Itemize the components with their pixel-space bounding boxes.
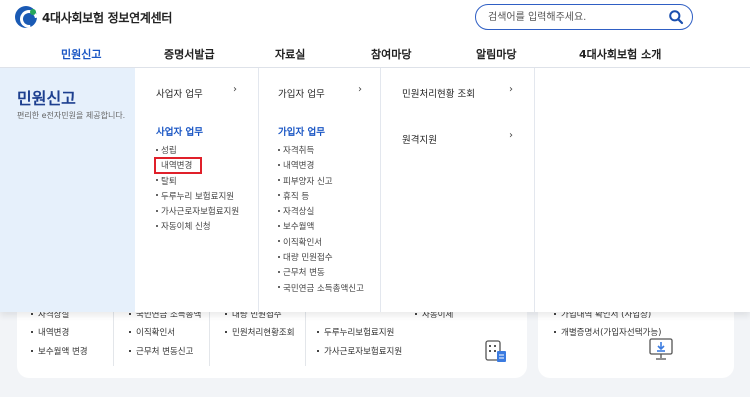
bullet bbox=[278, 163, 280, 166]
chevron-right-icon: › bbox=[509, 130, 513, 141]
mega-menu-side: 민원신고 편리한 e전자민원을 제공합니다. bbox=[0, 68, 135, 312]
bullet bbox=[156, 224, 158, 227]
nav-participation[interactable]: 참여마당 bbox=[371, 46, 411, 62]
submenu-item-leave[interactable]: 휴직 등 bbox=[278, 190, 364, 205]
submenu-item-pension-income[interactable]: 국민연금 소득총액신고 bbox=[278, 282, 364, 297]
highlight-box bbox=[154, 157, 202, 174]
chevron-right-icon: › bbox=[233, 84, 237, 95]
bullet bbox=[31, 349, 33, 352]
column-divider bbox=[258, 68, 259, 312]
submenu-item-withdrawal[interactable]: 탈퇴 bbox=[156, 175, 239, 190]
search-box bbox=[475, 4, 693, 30]
bullet bbox=[31, 312, 33, 315]
chevron-right-icon: › bbox=[358, 84, 362, 95]
bullet bbox=[554, 312, 556, 315]
submenu-heading-subscriber: 가입자 업무 bbox=[278, 127, 326, 138]
nav-certificate-issue[interactable]: 증명서발급 bbox=[164, 46, 215, 62]
submenu-item-separation-cert[interactable]: 이직확인서 bbox=[278, 236, 364, 251]
search-input[interactable] bbox=[488, 9, 658, 25]
divider bbox=[305, 308, 306, 366]
bg-item-durunuri-support[interactable]: 두루누리보험료지원 bbox=[317, 326, 394, 338]
menu-complaint-status[interactable]: 민원처리현황 조회 bbox=[402, 86, 475, 100]
bg-item-details-change[interactable]: 내역변경 bbox=[31, 326, 69, 338]
menu-remote-support[interactable]: 원격지원 bbox=[402, 132, 437, 146]
bullet bbox=[225, 312, 227, 315]
bullet bbox=[278, 255, 280, 258]
logo-text: 4대사회보험 정보연계센터 bbox=[42, 10, 173, 25]
bullet bbox=[278, 270, 280, 273]
bullet bbox=[278, 194, 280, 197]
nav-about[interactable]: 4대사회보험 소개 bbox=[579, 46, 661, 62]
bullet bbox=[278, 224, 280, 227]
bg-item-individual-cert[interactable]: 개별증명서(가입자선택가능) bbox=[554, 326, 661, 338]
submenu-heading-employer: 사업자 업무 bbox=[156, 127, 204, 138]
bg-item-workplace-change[interactable]: 근무처 변동신고 bbox=[129, 345, 193, 357]
submenu-item-qualification-acquire[interactable]: 자격취득 bbox=[278, 144, 364, 159]
building-document-icon bbox=[485, 340, 506, 362]
submenu-item-domestic-worker[interactable]: 가사근로자보험료지원 bbox=[156, 205, 239, 220]
bullet bbox=[31, 330, 33, 333]
main-nav: 민원신고 증명서발급 자료실 참여마당 알림마당 4대사회보험 소개 bbox=[0, 38, 750, 68]
bullet bbox=[156, 179, 158, 182]
divider bbox=[113, 308, 114, 366]
bg-item-complaint-status[interactable]: 민원처리현황조회 bbox=[225, 326, 295, 338]
menu-subscriber-work[interactable]: 가입자 업무 bbox=[278, 86, 325, 100]
bullet bbox=[129, 349, 131, 352]
bullet bbox=[129, 330, 131, 333]
bullet bbox=[317, 349, 319, 352]
bullet bbox=[278, 286, 280, 289]
bg-item-salary-change[interactable]: 보수월액 변경 bbox=[31, 345, 88, 357]
search-icon[interactable] bbox=[668, 9, 684, 25]
site-logo[interactable]: 4대사회보험 정보연계센터 bbox=[15, 6, 172, 28]
bullet bbox=[129, 312, 131, 315]
mega-menu: 민원신고 편리한 e전자민원을 제공합니다. 사업자 업무 › 사업자 업무 성… bbox=[0, 68, 750, 312]
mega-menu-description: 편리한 e전자민원을 제공합니다. bbox=[17, 111, 126, 120]
bullet bbox=[156, 209, 158, 212]
submenu-item-details-change[interactable]: 내역변경 bbox=[278, 159, 364, 174]
bg-item-separation-cert[interactable]: 이직확인서 bbox=[129, 326, 175, 338]
submenu-item-monthly-salary[interactable]: 보수월액 bbox=[278, 220, 364, 235]
submenu-item-qualification-loss[interactable]: 자격상실 bbox=[278, 205, 364, 220]
bullet bbox=[225, 330, 227, 333]
submenu-item-bulk-complaint[interactable]: 대량 민원접수 bbox=[278, 251, 364, 266]
bullet bbox=[278, 209, 280, 212]
nav-complaint-report[interactable]: 민원신고 bbox=[61, 46, 101, 62]
nav-notice[interactable]: 알림마당 bbox=[476, 46, 516, 62]
submenu-item-dependent-report[interactable]: 피부양자 신고 bbox=[278, 175, 364, 190]
bullet bbox=[156, 148, 158, 151]
bullet bbox=[317, 330, 319, 333]
bg-item-domestic-worker-support[interactable]: 가사근로자보험료지원 bbox=[317, 345, 402, 357]
menu-employer-work[interactable]: 사업자 업무 bbox=[156, 86, 203, 100]
bullet bbox=[278, 179, 280, 182]
column-divider bbox=[534, 68, 535, 312]
submenu-item-durunuri[interactable]: 두루누리 보험료지원 bbox=[156, 190, 239, 205]
site-header: 4대사회보험 정보연계센터 bbox=[0, 0, 750, 38]
submenu-item-auto-transfer[interactable]: 자동이체 신청 bbox=[156, 220, 239, 235]
bullet bbox=[156, 194, 158, 197]
mega-menu-title: 민원신고 bbox=[17, 89, 76, 108]
nav-archive[interactable]: 자료실 bbox=[275, 46, 305, 62]
bullet bbox=[278, 240, 280, 243]
column-divider bbox=[380, 68, 381, 312]
monitor-download-icon bbox=[649, 338, 673, 360]
bullet bbox=[415, 312, 417, 315]
subscriber-submenu-list: 자격취득 내역변경 피부양자 신고 휴직 등 자격상실 보수월액 이직확인서 대… bbox=[278, 144, 364, 297]
bullet bbox=[278, 148, 280, 151]
bullet bbox=[554, 330, 556, 333]
submenu-item-workplace-change[interactable]: 근무처 변동 bbox=[278, 266, 364, 281]
divider bbox=[209, 308, 210, 366]
chevron-right-icon: › bbox=[509, 84, 513, 95]
logo-icon bbox=[15, 6, 37, 28]
